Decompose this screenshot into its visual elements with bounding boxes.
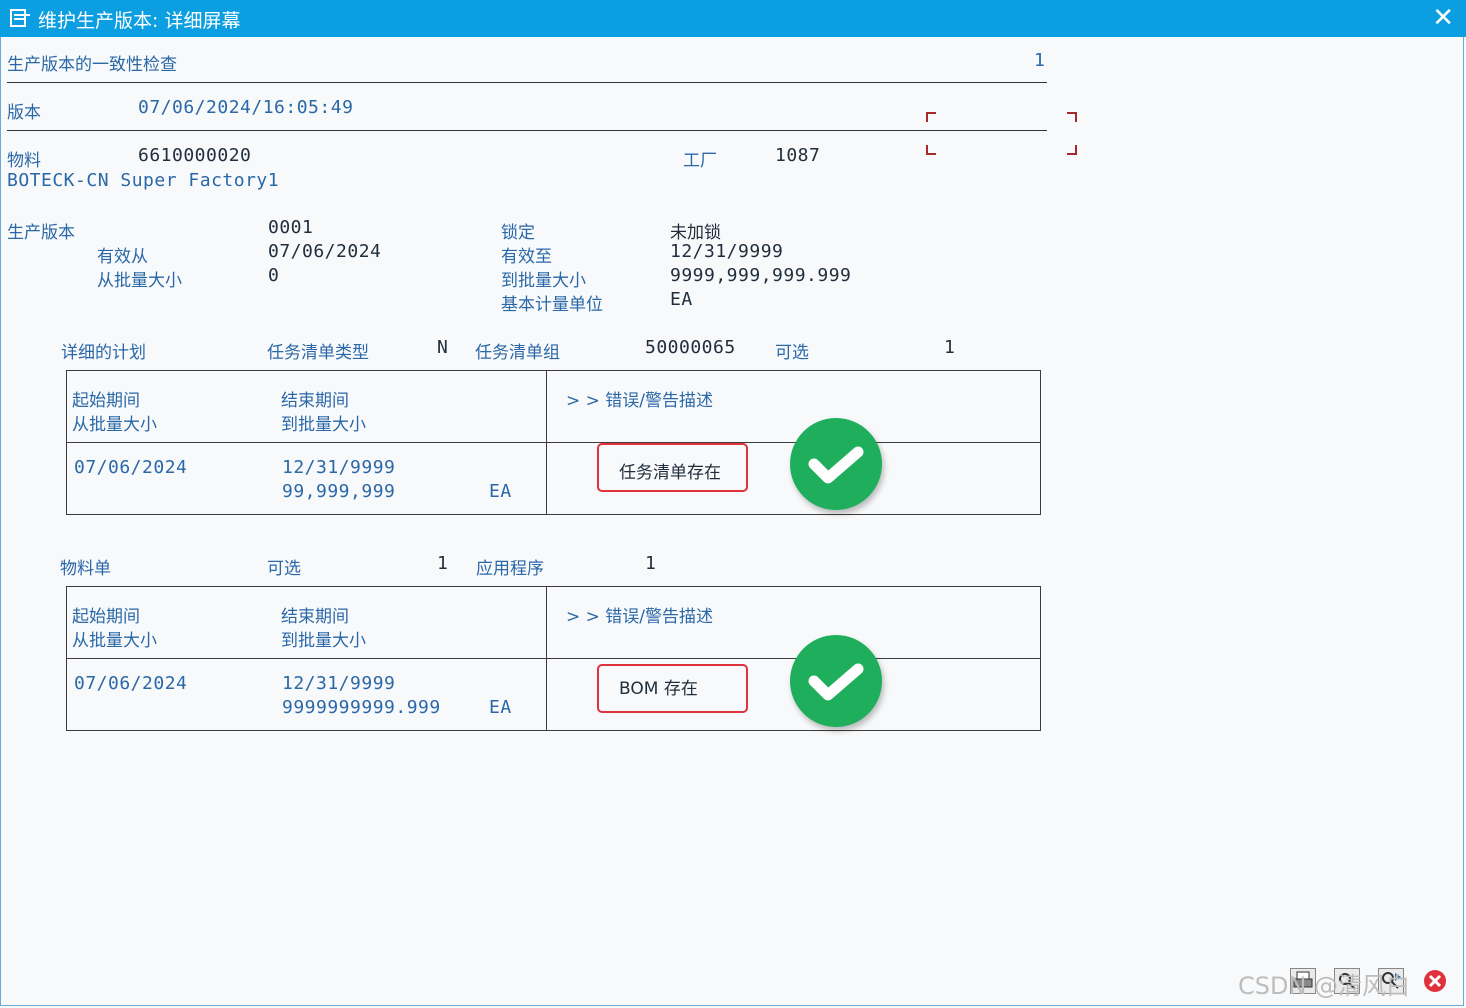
valid-from-label: 有效从 xyxy=(97,247,148,267)
corner-marker xyxy=(1067,145,1077,155)
prod-version-label: 生产版本 xyxy=(7,223,75,243)
routing-type-value: N xyxy=(437,337,449,358)
window-title: 维护生产版本: 详细屏幕 xyxy=(38,10,241,32)
valid-from-value: 07/06/2024 xyxy=(268,241,382,262)
valid-to-label: 有效至 xyxy=(501,247,552,267)
bom-app-label: 应用程序 xyxy=(476,559,544,579)
checkmark-icon xyxy=(790,635,882,727)
lock-value: 未加锁 xyxy=(670,223,721,243)
bom-h-to-lot: 到批量大小 xyxy=(281,631,366,651)
prod-version-value: 0001 xyxy=(268,217,314,238)
valid-to-value: 12/31/9999 xyxy=(670,241,784,262)
routing-table-column-divider xyxy=(546,370,547,515)
routing-group-label: 任务清单组 xyxy=(475,343,560,363)
routing-h-from-lot: 从批量大小 xyxy=(72,415,157,435)
close-icon[interactable]: ✕ xyxy=(1432,2,1454,34)
lock-label: 锁定 xyxy=(501,223,535,243)
to-lot-label: 到批量大小 xyxy=(501,271,586,291)
bom-alt-label: 可选 xyxy=(267,559,301,579)
routing-h-to-lot: 到批量大小 xyxy=(281,415,366,435)
page-number: 1 xyxy=(1034,50,1046,71)
routing-r-uom: EA xyxy=(489,481,512,502)
checkmark-icon xyxy=(790,418,882,510)
routing-r-end: 12/31/9999 xyxy=(282,457,396,478)
material-label: 物料 xyxy=(7,151,41,171)
routing-r-msg: 任务清单存在 xyxy=(619,463,721,483)
bom-app-value: 1 xyxy=(645,553,657,574)
bom-table-column-divider xyxy=(546,586,547,731)
bom-h-end: 结束期间 xyxy=(281,607,349,627)
check-title: 生产版本的一致性检查 xyxy=(7,55,177,75)
bom-h-msg: > > 错误/警告描述 xyxy=(566,607,714,627)
routing-type-label: 任务清单类型 xyxy=(267,343,369,363)
plant-label: 工厂 xyxy=(683,151,717,171)
divider-1 xyxy=(7,82,1047,83)
divider-2 xyxy=(7,130,1047,131)
bom-r-end: 12/31/9999 xyxy=(282,673,396,694)
routing-alt-value: 1 xyxy=(944,337,956,358)
version-label: 版本 xyxy=(7,103,41,123)
corner-marker xyxy=(1067,112,1077,122)
routing-r-to-lot: 99,999,999 xyxy=(282,481,396,502)
routing-alt-label: 可选 xyxy=(775,343,809,363)
routing-h-msg: > > 错误/警告描述 xyxy=(566,391,714,411)
bom-alt-value: 1 xyxy=(437,553,449,574)
title-bar: 维护生产版本: 详细屏幕 ✕ xyxy=(0,0,1466,37)
material-value: 6610000020 xyxy=(138,145,252,166)
version-value: 07/06/2024/16:05:49 xyxy=(138,97,354,118)
bom-title: 物料单 xyxy=(60,559,111,579)
material-description: BOTECK-CN Super Factory1 xyxy=(7,170,280,191)
bom-r-msg: BOM 存在 xyxy=(619,679,698,699)
base-uom-label: 基本计量单位 xyxy=(501,295,603,315)
from-lot-value: 0 xyxy=(268,265,280,286)
cancel-icon[interactable] xyxy=(1422,968,1448,994)
to-lot-value: 9999,999,999.999 xyxy=(670,265,852,286)
routing-h-end: 结束期间 xyxy=(281,391,349,411)
base-uom-value: EA xyxy=(670,289,693,310)
watermark: CSDN @清风白 xyxy=(1238,972,1411,1000)
bom-r-to-lot: 9999999999.999 xyxy=(282,697,441,718)
bom-h-from-lot: 从批量大小 xyxy=(72,631,157,651)
routing-group-value: 50000065 xyxy=(645,337,736,358)
routing-table-divider xyxy=(66,442,1041,443)
plant-value: 1087 xyxy=(775,145,821,166)
routing-r-start: 07/06/2024 xyxy=(74,457,188,478)
routing-title: 详细的计划 xyxy=(61,343,146,363)
bom-r-uom: EA xyxy=(489,697,512,718)
document-icon xyxy=(10,9,30,27)
bom-r-start: 07/06/2024 xyxy=(74,673,188,694)
bom-h-start: 起始期间 xyxy=(72,607,140,627)
bom-table-divider xyxy=(66,658,1041,659)
routing-h-start: 起始期间 xyxy=(72,391,140,411)
corner-marker xyxy=(926,145,936,155)
from-lot-label: 从批量大小 xyxy=(97,271,182,291)
corner-marker xyxy=(926,112,936,122)
